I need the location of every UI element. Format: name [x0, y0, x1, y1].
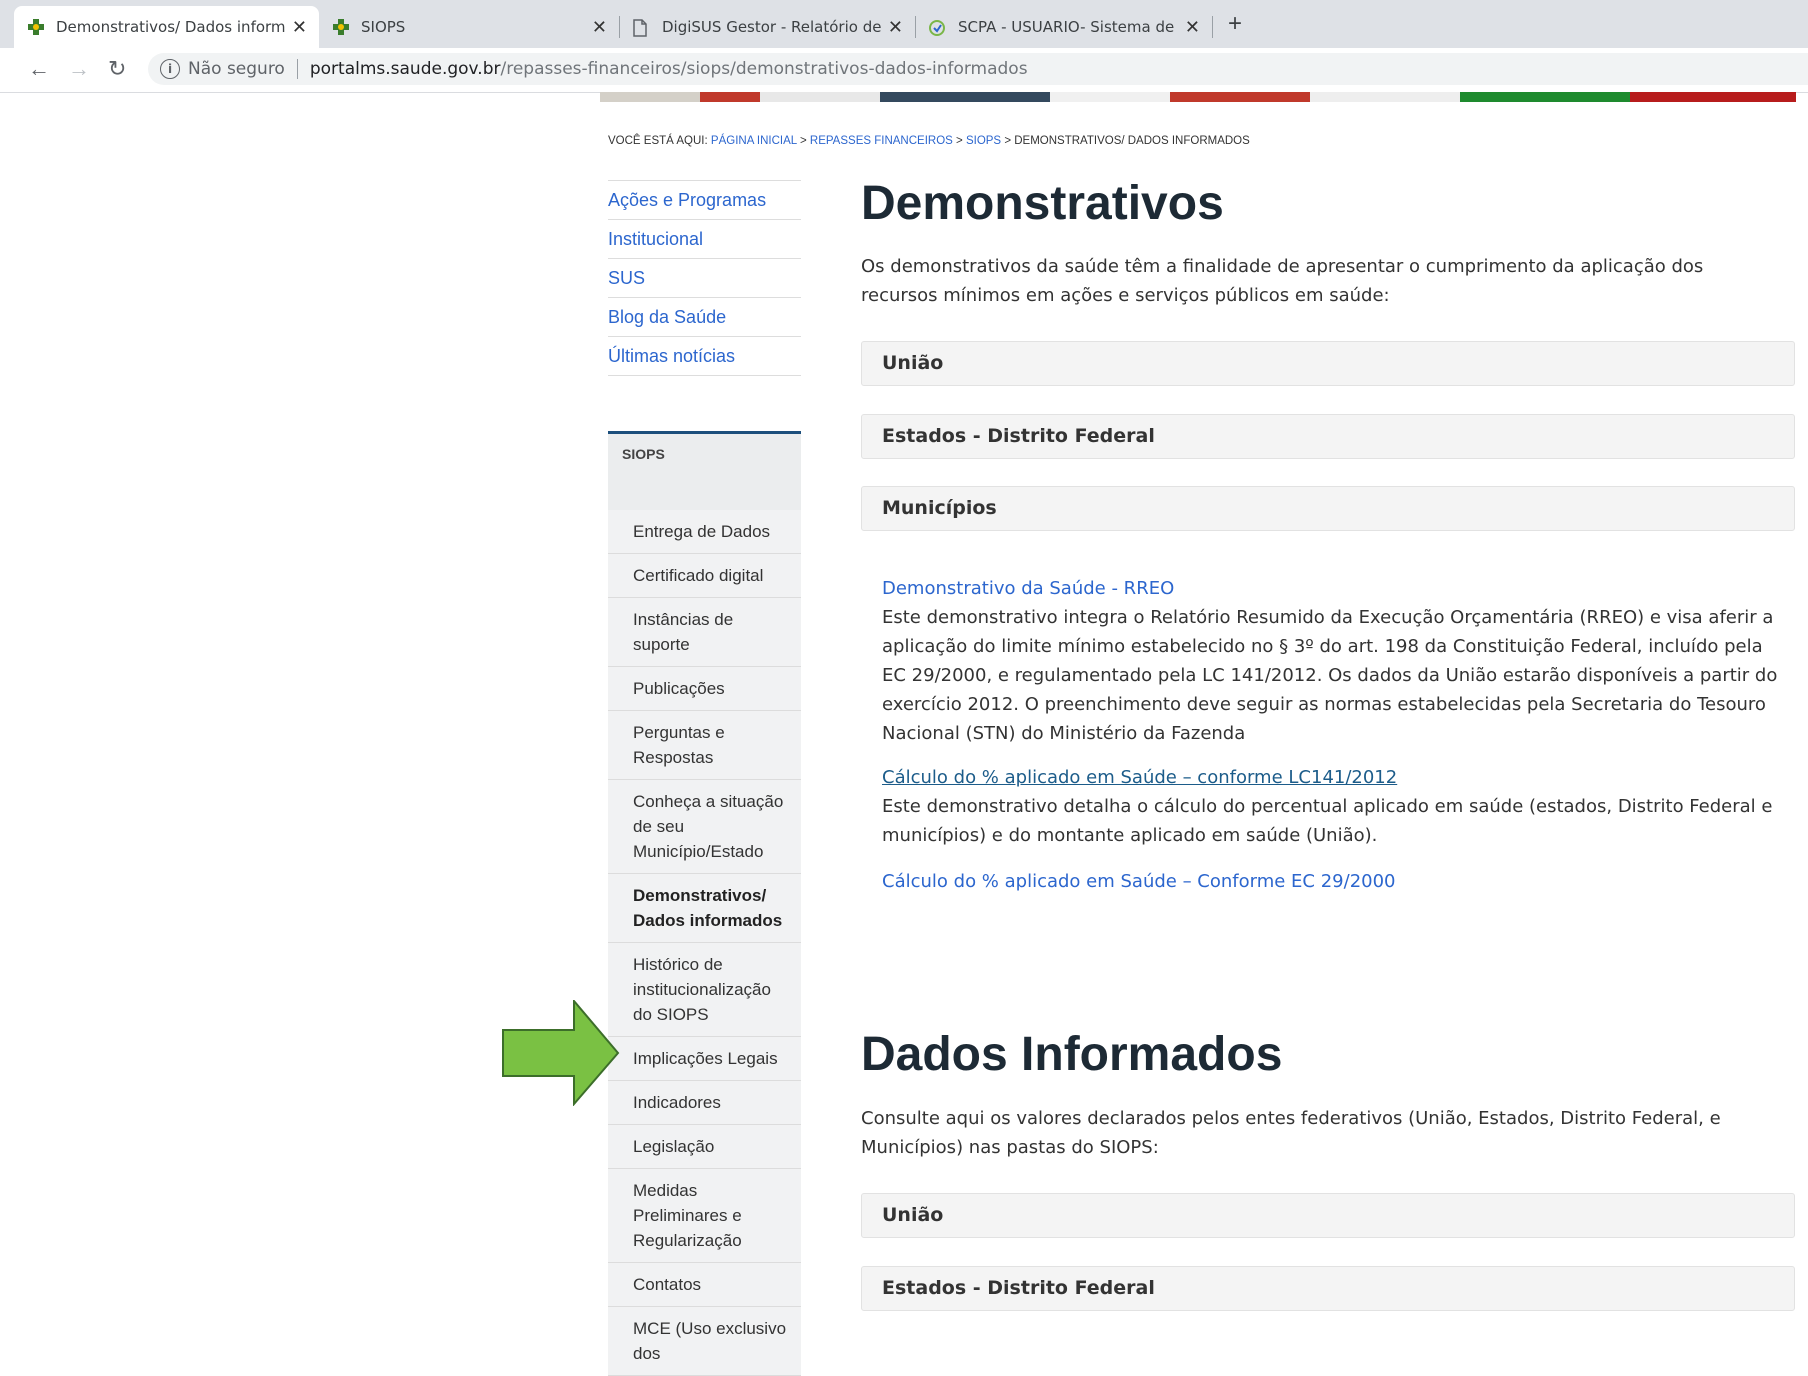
tab-title: SCPA - USUARIO- Sistema de Ca: [958, 18, 1179, 36]
siops-item-indicadores[interactable]: Indicadores: [608, 1081, 801, 1125]
link-demonstrativo-rreo[interactable]: Demonstrativo da Saúde - RREO: [882, 578, 1174, 599]
breadcrumb-repasses[interactable]: REPASSES FINANCEIROS: [810, 135, 953, 147]
rreo-block: Demonstrativo da Saúde - RREO Este demon…: [882, 574, 1782, 748]
siops-item-entrega-dados[interactable]: Entrega de Dados: [608, 510, 801, 554]
breadcrumb-current: DEMONSTRATIVOS/ DADOS INFORMADOS: [1014, 135, 1250, 147]
url-host: portalms.saude.gov.br: [309, 59, 501, 79]
close-icon[interactable]: ✕: [888, 17, 903, 38]
tab-separator: [1212, 16, 1213, 38]
close-icon[interactable]: ✕: [292, 17, 307, 38]
siops-item-instancias[interactable]: Instâncias de suporte: [608, 598, 801, 667]
nav-sus[interactable]: SUS: [608, 259, 801, 298]
tab-title: DigiSUS Gestor - Relatório de Ge: [662, 18, 882, 36]
demonstrativos-heading: Demonstrativos: [861, 177, 1224, 230]
lc141-description: Este demonstrativo detalha o cálculo do …: [882, 796, 1773, 846]
siops-item-legislacao[interactable]: Legislação: [608, 1125, 801, 1169]
breadcrumb-sep: >: [799, 135, 807, 147]
siops-menu-title: SIOPS: [622, 446, 665, 462]
divider: [296, 59, 298, 79]
siops-item-demonstrativos[interactable]: Demonstrativos/ Dados informados: [608, 874, 801, 943]
siops-item-implicacoes[interactable]: Implicações Legais: [608, 1037, 801, 1081]
close-icon[interactable]: ✕: [1185, 17, 1200, 38]
accordion-municipios[interactable]: Municípios: [861, 486, 1795, 531]
ec29-block: Cálculo do % aplicado em Saúde – Conform…: [882, 867, 1782, 896]
siops-item-perguntas[interactable]: Perguntas e Respostas: [608, 711, 801, 780]
lc141-block: Cálculo do % aplicado em Saúde – conform…: [882, 763, 1782, 850]
close-icon[interactable]: ✕: [592, 17, 607, 38]
breadcrumb-sep: >: [1004, 135, 1012, 147]
tab-digisus[interactable]: DigiSUS Gestor - Relatório de Ge ✕: [620, 6, 915, 48]
tab-demonstrativos[interactable]: Demonstrativos/ Dados informad ✕: [14, 6, 319, 48]
header-banner: [600, 92, 1796, 102]
scpa-icon: [928, 19, 948, 36]
siops-item-mce[interactable]: MCE (Uso exclusivo dos: [608, 1307, 801, 1376]
siops-item-certificado[interactable]: Certificado digital: [608, 554, 801, 598]
dados-informados-heading: Dados Informados: [861, 1028, 1283, 1081]
document-icon: [632, 19, 652, 37]
portal-nav: Ações e Programas Institucional SUS Blog…: [608, 180, 801, 376]
breadcrumb-siops[interactable]: SIOPS: [966, 135, 1001, 147]
nav-ultimas-noticias[interactable]: Últimas notícias: [608, 337, 801, 376]
accordion-uniao[interactable]: União: [861, 341, 1795, 386]
browser-tab-strip: Demonstrativos/ Dados informad ✕ SIOPS ✕…: [0, 0, 1808, 48]
siops-menu: SIOPS Entrega de Dados Certificado digit…: [608, 431, 801, 1376]
dados-informados-intro: Consulte aqui os valores declarados pelo…: [861, 1108, 1721, 1158]
nav-acoes-programas[interactable]: Ações e Programas: [608, 180, 801, 220]
green-arrow-icon: [502, 1000, 620, 1106]
security-label: Não seguro: [188, 59, 285, 79]
nav-blog-saude[interactable]: Blog da Saúde: [608, 298, 801, 337]
breadcrumb-prefix: VOCÊ ESTÁ AQUI:: [608, 135, 708, 147]
siops-menu-list: Entrega de Dados Certificado digital Ins…: [608, 510, 801, 1376]
tab-title: Demonstrativos/ Dados informad: [56, 18, 286, 36]
new-tab-icon[interactable]: +: [1228, 10, 1242, 38]
siops-item-situacao[interactable]: Conheça a situação de seu Município/Esta…: [608, 780, 801, 874]
reload-icon[interactable]: ↻: [108, 56, 126, 82]
link-calculo-lc141[interactable]: Cálculo do % aplicado em Saúde – conform…: [882, 767, 1397, 788]
siops-item-publicacoes[interactable]: Publicações: [608, 667, 801, 711]
siops-item-historico[interactable]: Histórico de institucionalização do SIOP…: [608, 943, 801, 1037]
siops-item-contatos[interactable]: Contatos: [608, 1263, 801, 1307]
link-calculo-ec29[interactable]: Cálculo do % aplicado em Saúde – Conform…: [882, 871, 1396, 892]
accordion-dados-estados-df[interactable]: Estados - Distrito Federal: [861, 1266, 1795, 1311]
breadcrumb-home[interactable]: PÁGINA INICIAL: [711, 135, 797, 147]
url-path: /repasses-financeiros/siops/demonstrativ…: [500, 59, 1028, 79]
breadcrumb-sep: >: [956, 135, 963, 147]
breadcrumb: VOCÊ ESTÁ AQUI: PÁGINA INICIAL > REPASSE…: [608, 135, 1250, 147]
tab-siops[interactable]: SIOPS ✕: [319, 6, 619, 48]
ministry-health-icon: [331, 19, 351, 35]
back-arrow-icon[interactable]: ←: [28, 56, 50, 82]
siops-item-medidas[interactable]: Medidas Preliminares e Regularização: [608, 1169, 801, 1263]
forward-arrow-icon[interactable]: →: [68, 56, 90, 82]
tab-scpa[interactable]: SCPA - USUARIO- Sistema de Ca ✕: [916, 6, 1212, 48]
info-icon[interactable]: i: [160, 59, 180, 79]
address-bar[interactable]: i Não seguro portalms.saude.gov.br/repas…: [148, 53, 1808, 85]
demonstrativos-intro: Os demonstrativos da saúde têm a finalid…: [861, 256, 1704, 306]
accordion-estados-df[interactable]: Estados - Distrito Federal: [861, 414, 1795, 459]
ministry-health-icon: [26, 19, 46, 35]
nav-institucional[interactable]: Institucional: [608, 220, 801, 259]
browser-toolbar: ← → ↻ i Não seguro portalms.saude.gov.br…: [0, 48, 1808, 93]
tab-title: SIOPS: [361, 18, 406, 36]
rreo-description: Este demonstrativo integra o Relatório R…: [882, 607, 1778, 744]
accordion-dados-uniao[interactable]: União: [861, 1193, 1795, 1238]
